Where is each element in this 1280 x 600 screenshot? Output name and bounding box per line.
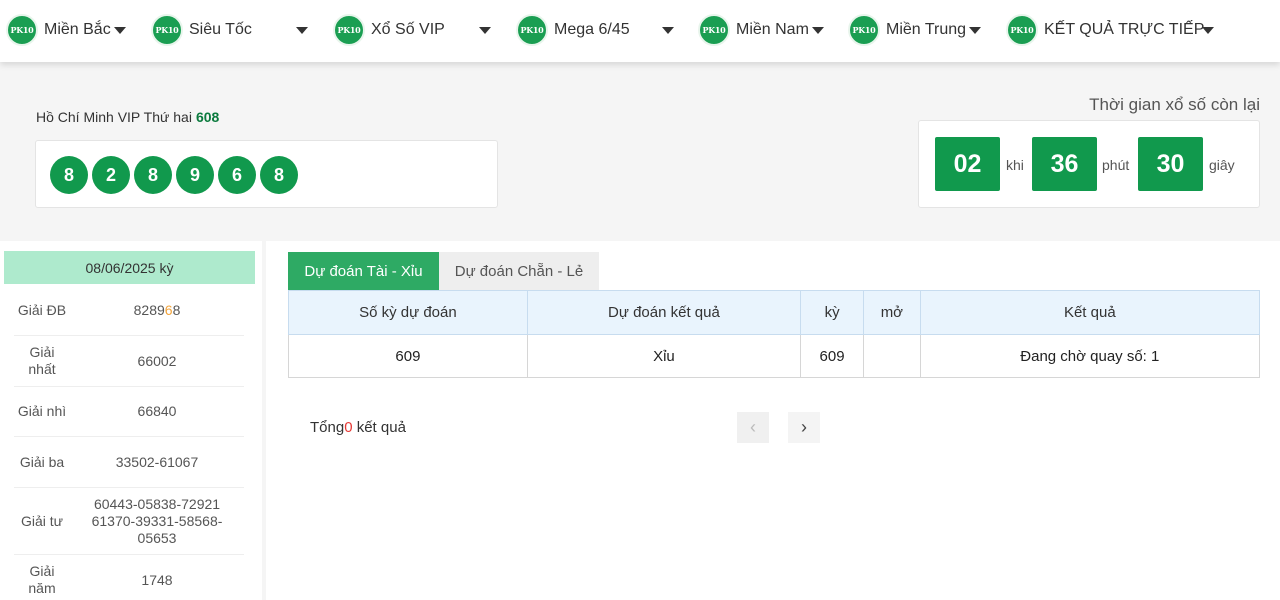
result-ball: 8 — [50, 156, 88, 194]
pk10-logo-icon: PK10 — [848, 14, 880, 46]
nav-item-mien-bac[interactable]: PK10 Miền Bắc — [6, 13, 111, 47]
total-prefix: Tổng — [310, 419, 345, 436]
prize-value-part: 8 — [172, 301, 181, 318]
column-header: mở — [863, 290, 921, 335]
total-suffix: kết quả — [352, 419, 406, 436]
nav-item-mien-trung[interactable]: PK10 Miền Trung — [848, 13, 966, 47]
result-ball: 9 — [176, 156, 214, 194]
prize-row-fifth: Giải năm 1748 — [14, 555, 244, 600]
prize-row-special: Giải ĐB 828968 — [14, 285, 244, 336]
pk10-logo-icon: PK10 — [6, 14, 38, 46]
next-page-button[interactable]: › — [788, 412, 820, 443]
nav-label: Siêu Tốc — [189, 21, 252, 38]
table-cell: Xỉu — [526, 334, 802, 378]
nav-item-xo-so-vip[interactable]: PK10 Xổ Số VIP — [333, 13, 445, 47]
prediction-table: Số kỳ dự đoán Dự đoán kết quả kỳ mở Kết … — [288, 290, 1261, 378]
nav-item-mien-nam[interactable]: PK10 Miền Nam — [698, 13, 809, 47]
table-cell: 609 — [800, 334, 865, 378]
pk10-logo-icon: PK10 — [1006, 14, 1038, 46]
draw-title-text: Hồ Chí Minh VIP Thứ hai — [36, 109, 192, 125]
pk10-logo-icon: PK10 — [333, 14, 365, 46]
nav-label: Miền Nam — [736, 21, 809, 38]
results-panel: 08/06/2025 kỳ Giải ĐB 828968 Giải nhất 6… — [0, 241, 262, 600]
table-cell: 609 — [288, 334, 528, 378]
chevron-down-icon[interactable] — [479, 27, 491, 34]
pk10-logo-icon: PK10 — [516, 14, 548, 46]
prize-row-first: Giải nhất 66002 — [14, 336, 244, 387]
prize-value-part: 8289 — [133, 301, 165, 318]
prize-name: Giải ba — [19, 453, 65, 470]
table-header-row: Số kỳ dự đoán Dự đoán kết quả kỳ mở Kết … — [288, 290, 1261, 335]
result-ball: 8 — [134, 156, 172, 194]
results-date-header: 08/06/2025 kỳ — [4, 251, 255, 284]
countdown-minutes-unit: phút — [1102, 157, 1130, 173]
chevron-down-icon[interactable] — [296, 27, 308, 34]
nav-label: Miền Trung — [886, 21, 967, 38]
prize-name: Giải năm — [28, 563, 56, 596]
prev-page-button[interactable]: ‹ — [737, 412, 769, 443]
winning-numbers-box: 8 2 8 9 6 8 — [35, 140, 498, 208]
nav-item-sieu-toc[interactable]: PK10 Siêu Tốc — [151, 13, 252, 47]
top-navigation: PK10 Miền Bắc PK10 Siêu Tốc PK10 Xổ Số V… — [0, 0, 1280, 62]
total-results: Tổng0 kết quả — [310, 419, 406, 436]
draw-period: 608 — [195, 109, 220, 125]
chevron-down-icon[interactable] — [969, 27, 981, 34]
column-header: Dự đoán kết quả — [526, 290, 802, 335]
nav-item-mega-645[interactable]: PK10 Mega 6/45 — [516, 13, 630, 47]
countdown-seconds: 30 — [1138, 137, 1203, 191]
total-count: 0 — [344, 419, 353, 436]
draw-title: Hồ Chí Minh VIP Thứ hai 608 — [36, 109, 219, 125]
nav-label: KẾT QUẢ TRỰC TIẾP — [1044, 21, 1205, 38]
prize-value: 828968 — [70, 302, 244, 319]
result-ball: 2 — [92, 156, 130, 194]
countdown-label: Thời gian xổ số còn lại — [1089, 95, 1260, 114]
prize-value: 1748 — [141, 571, 173, 588]
nav-label: Xổ Số VIP — [371, 21, 445, 38]
tab-tai-xiu[interactable]: Dự đoán Tài - Xỉu — [288, 252, 439, 290]
prediction-panel: Dự đoán Tài - Xỉu Dự đoán Chẵn - Lẻ Số k… — [266, 241, 1280, 600]
table-cell — [863, 334, 921, 378]
chevron-down-icon[interactable] — [114, 27, 126, 34]
table-row: 609 Xỉu 609 Đang chờ quay số: 1 — [288, 334, 1261, 378]
prize-row-second: Giải nhì 66840 — [14, 387, 244, 437]
chevron-down-icon[interactable] — [662, 27, 674, 34]
prize-name: Giải nhì — [17, 403, 67, 419]
nav-label: Miền Bắc — [44, 21, 111, 38]
column-header: Số kỳ dự đoán — [288, 290, 528, 335]
result-ball: 6 — [218, 156, 256, 194]
countdown-timer: 02 khi 36 phút 30 giây — [918, 120, 1260, 208]
chevron-down-icon[interactable] — [1202, 27, 1214, 34]
chevron-right-icon: › — [801, 417, 807, 437]
nav-item-ket-qua-truc-tiep[interactable]: PK10 KẾT QUẢ TRỰC TIẾP — [1006, 13, 1204, 47]
chevron-down-icon[interactable] — [812, 27, 824, 34]
result-ball: 8 — [260, 156, 298, 194]
prize-name: Giải nhất — [28, 344, 56, 377]
prize-value: 60443-05838-72921 61370-39331-58568-0565… — [91, 495, 223, 546]
chevron-left-icon: ‹ — [750, 417, 756, 437]
countdown-hours-unit: khi — [1006, 157, 1024, 173]
column-header: kỳ — [800, 290, 865, 335]
prize-value: 66840 — [137, 403, 177, 419]
countdown-seconds-unit: giây — [1209, 157, 1235, 173]
prize-value-highlight: 6 — [164, 301, 173, 318]
prize-value: 66002 — [137, 352, 177, 369]
countdown-minutes: 36 — [1032, 137, 1097, 191]
pk10-logo-icon: PK10 — [151, 14, 183, 46]
countdown-hours: 02 — [935, 137, 1000, 191]
prize-row-third: Giải ba 33502-61067 — [14, 437, 244, 488]
column-header: Kết quả — [919, 290, 1261, 335]
tab-chan-le[interactable]: Dự đoán Chẵn - Lẻ — [439, 252, 599, 290]
prize-value: 33502-61067 — [115, 453, 199, 470]
prize-name: Giải ĐB — [17, 301, 67, 318]
prize-name: Giải tư — [20, 512, 64, 529]
prize-row-fourth: Giải tư 60443-05838-72921 61370-39331-58… — [14, 488, 244, 555]
pk10-logo-icon: PK10 — [698, 14, 730, 46]
table-cell: Đang chờ quay số: 1 — [919, 334, 1261, 378]
nav-label: Mega 6/45 — [554, 21, 630, 38]
